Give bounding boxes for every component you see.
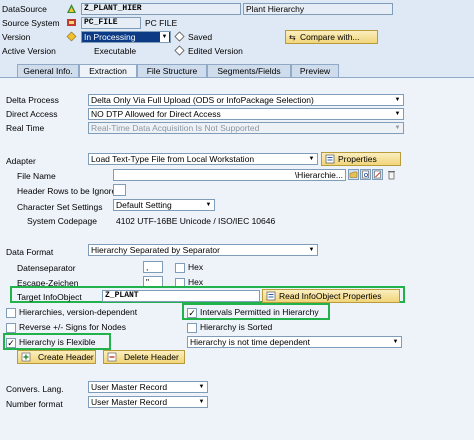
source-system-description: PC FILE: [145, 18, 178, 28]
hierarchies-version-dependent-box[interactable]: [6, 307, 16, 318]
reverse-signs-box[interactable]: [6, 322, 16, 333]
direct-access-label: Direct Access: [6, 109, 58, 119]
datenseparator-label: Datenseparator: [17, 263, 76, 273]
chevron-down-icon: ▼: [394, 125, 401, 131]
source-system-icon: [66, 17, 77, 28]
reverse-signs-checkbox[interactable]: Reverse +/- Signs for Nodes: [6, 321, 126, 333]
chevron-down-icon: ▼: [205, 202, 212, 208]
hierarchies-version-dependent-checkbox[interactable]: Hierarchies, version-dependent: [6, 306, 137, 318]
delta-process-dropdown[interactable]: Delta Only Via Full Upload (ODS or InfoP…: [88, 94, 404, 106]
active-version-value: Executable: [94, 46, 137, 56]
compare-icon: ⇆: [289, 33, 296, 42]
file-edit-icon[interactable]: [372, 169, 383, 180]
hierarchy-sorted-checkbox[interactable]: Hierarchy is Sorted: [187, 321, 272, 333]
delete-icon: [107, 352, 117, 365]
chevron-down-icon: ▼: [198, 384, 205, 390]
real-time-dropdown: Real-Time Data Acquisition Is Not Suppor…: [88, 122, 404, 134]
file-name-label: File Name: [17, 171, 56, 181]
file-display-icon[interactable]: [360, 169, 371, 180]
compare-with-button[interactable]: ⇆ Compare with...: [285, 30, 378, 44]
tab-extraction[interactable]: Extraction: [79, 64, 137, 78]
header-rows-label: Header Rows to be Ignored: [17, 186, 121, 196]
tab-preview[interactable]: Preview: [291, 64, 339, 77]
real-time-label: Real Time: [6, 123, 45, 133]
header-rows-field[interactable]: [113, 184, 126, 196]
charset-settings-label: Character Set Settings: [17, 202, 103, 212]
data-format-label: Data Format: [6, 247, 54, 257]
folder-open-icon[interactable]: [348, 169, 359, 180]
chevron-down-icon: ▼: [160, 32, 169, 42]
chevron-down-icon: ▼: [392, 339, 399, 345]
chevron-down-icon: ▼: [394, 97, 401, 103]
number-format-label: Number format: [6, 399, 63, 409]
edited-version-label: Edited Version: [188, 46, 243, 56]
intervals-permitted-box[interactable]: ✓: [187, 307, 197, 318]
trash-icon[interactable]: [386, 169, 397, 180]
charset-settings-dropdown[interactable]: Default Setting ▼: [113, 199, 215, 211]
adapter-label: Adapter: [6, 156, 36, 166]
chevron-down-icon: ▼: [308, 156, 315, 162]
version-status-diamond-icon: [66, 31, 77, 42]
hierarchy-sorted-box[interactable]: [187, 322, 197, 333]
chevron-down-icon: ▼: [308, 247, 315, 253]
adapter-properties-button[interactable]: Properties: [321, 152, 401, 166]
version-dropdown-value: In Processing: [84, 32, 136, 42]
version-label: Version: [2, 32, 31, 42]
conversion-language-label: Convers. Lang.: [6, 384, 64, 394]
target-infoobject-field[interactable]: Z_PLANT: [102, 290, 260, 302]
source-system-label: Source System: [2, 18, 60, 28]
version-dropdown[interactable]: In Processing ▼: [81, 31, 171, 43]
datasource-field[interactable]: Z_PLANT_HIER: [81, 3, 241, 15]
direct-access-dropdown[interactable]: NO DTP Allowed for Direct Access ▼: [88, 108, 404, 120]
read-infoobject-properties-button[interactable]: Read InfoObject Properties: [262, 289, 400, 303]
datasource-label: DataSource: [2, 4, 47, 14]
hierarchy-flexible-checkbox[interactable]: ✓ Hierarchy is Flexible: [6, 336, 96, 348]
hex-separator-checkbox[interactable]: Hex: [175, 261, 203, 273]
system-codepage-value: 4102 UTF-16BE Unicode / ISO/IEC 10646: [116, 216, 276, 226]
conversion-language-dropdown[interactable]: User Master Record ▼: [88, 381, 208, 393]
delta-process-label: Delta Process: [6, 95, 59, 105]
create-header-button[interactable]: Create Header: [17, 350, 96, 364]
target-infoobject-label: Target InfoObject: [17, 292, 82, 302]
number-format-dropdown[interactable]: User Master Record ▼: [88, 396, 208, 408]
data-format-dropdown[interactable]: Hierarchy Separated by Separator ▼: [88, 244, 318, 256]
system-codepage-label: System Codepage: [27, 216, 97, 226]
chevron-down-icon: ▼: [394, 111, 401, 117]
hex-separator-box[interactable]: [175, 262, 185, 273]
chevron-down-icon: ▼: [198, 399, 205, 405]
file-name-field[interactable]: \Hierarchie...: [113, 169, 346, 181]
intervals-permitted-checkbox[interactable]: ✓ Intervals Permitted in Hierarchy: [187, 306, 319, 318]
create-icon: [21, 352, 31, 365]
saved-label: Saved: [188, 32, 213, 42]
edited-version-diamond-icon: [174, 45, 185, 56]
time-dependency-dropdown[interactable]: Hierarchy is not time dependent ▼: [187, 336, 402, 348]
saved-status-icon: [174, 31, 185, 42]
adapter-dropdown[interactable]: Load Text-Type File from Local Workstati…: [88, 153, 318, 165]
tab-strip: General Info. Extraction File Structure …: [0, 64, 474, 78]
properties-icon: [325, 154, 335, 167]
delete-header-button[interactable]: Delete Header: [103, 350, 185, 364]
hierarchy-flexible-box[interactable]: ✓: [6, 337, 16, 348]
tab-segments-fields[interactable]: Segments/Fields: [207, 64, 291, 77]
tab-general-info[interactable]: General Info.: [17, 64, 79, 77]
source-system-field[interactable]: PC_FILE: [81, 17, 141, 29]
tab-file-structure[interactable]: File Structure: [137, 64, 207, 77]
datasource-icon: [66, 3, 77, 14]
active-version-label: Active Version: [2, 46, 56, 56]
datasource-description: Plant Hierarchy: [243, 3, 393, 15]
datenseparator-field[interactable]: ,: [143, 261, 163, 273]
